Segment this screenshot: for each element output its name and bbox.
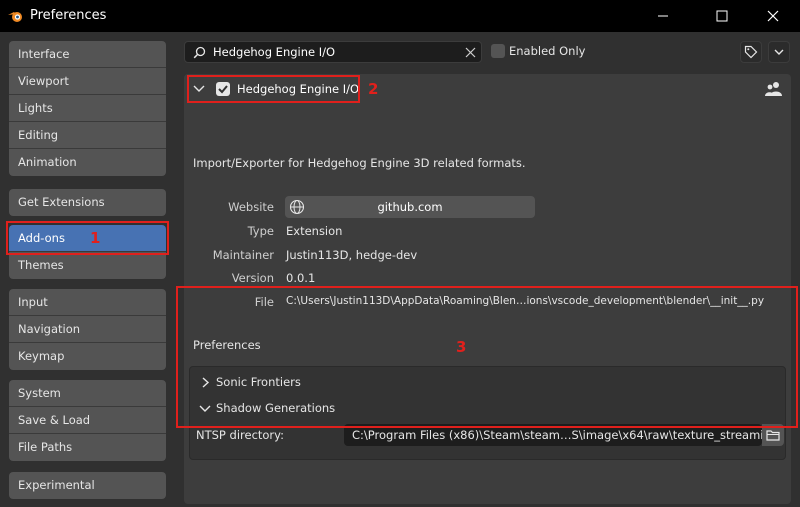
blender-logo-icon xyxy=(8,12,22,22)
sidebar-group-system: System Save & Load File Paths xyxy=(9,380,166,461)
sidebar-item-system[interactable]: System xyxy=(9,380,166,407)
main-area: Hedgehog Engine I/O Enabled Only Hedgeho… xyxy=(175,32,800,507)
annotation-box-3 xyxy=(176,286,798,428)
type-value: Extension xyxy=(286,224,343,238)
minimize-button[interactable] xyxy=(640,0,686,32)
sidebar-item-themes[interactable]: Themes xyxy=(9,252,166,279)
sidebar-item-experimental[interactable]: Experimental xyxy=(9,472,166,499)
folder-icon xyxy=(766,430,780,441)
sidebar-item-viewport[interactable]: Viewport xyxy=(9,68,166,95)
sidebar-item-navigation[interactable]: Navigation xyxy=(9,316,166,343)
website-value: github.com xyxy=(377,200,443,214)
close-icon xyxy=(767,10,779,22)
users-icon xyxy=(765,82,782,96)
annotation-label-2: 2 xyxy=(368,80,379,98)
search-value: Hedgehog Engine I/O xyxy=(213,45,336,59)
sidebar-group-experimental: Experimental xyxy=(9,472,166,499)
sidebar-item-file-paths[interactable]: File Paths xyxy=(9,434,166,461)
version-value: 0.0.1 xyxy=(286,271,316,285)
minimize-icon xyxy=(658,15,668,17)
chevron-down-icon xyxy=(774,49,784,55)
sidebar-item-get-extensions[interactable]: Get Extensions xyxy=(9,189,166,216)
ntsp-directory-label: NTSP directory: xyxy=(196,428,285,442)
sidebar-item-lights[interactable]: Lights xyxy=(9,95,166,122)
search-input[interactable]: Hedgehog Engine I/O xyxy=(184,41,482,63)
title-bar: Preferences xyxy=(0,0,800,32)
options-dropdown-button[interactable] xyxy=(768,41,790,63)
search-icon xyxy=(193,46,206,59)
window-title: Preferences xyxy=(30,8,107,23)
sidebar-item-input[interactable]: Input xyxy=(9,289,166,316)
sidebar-item-save-load[interactable]: Save & Load xyxy=(9,407,166,434)
close-button[interactable] xyxy=(750,0,796,32)
type-label: Type xyxy=(247,224,274,238)
annotation-label-1: 1 xyxy=(90,229,101,247)
sidebar-group-extensions: Get Extensions xyxy=(9,189,166,216)
enabled-only-toggle[interactable]: Enabled Only xyxy=(491,44,585,58)
sidebar-item-editing[interactable]: Editing xyxy=(9,122,166,149)
sidebar-item-animation[interactable]: Animation xyxy=(9,149,166,176)
annotation-label-3: 3 xyxy=(456,338,467,356)
sidebar-group-input: Input Navigation Keymap xyxy=(9,289,166,370)
sidebar: Interface Viewport Lights Editing Animat… xyxy=(0,32,175,507)
enabled-only-checkbox[interactable] xyxy=(491,44,505,58)
maximize-icon xyxy=(716,10,728,22)
tags-button[interactable] xyxy=(740,41,762,63)
maintainer-label: Maintainer xyxy=(212,248,274,262)
tag-icon xyxy=(744,45,758,59)
website-link-button[interactable]: github.com xyxy=(285,196,535,218)
annotation-box-1 xyxy=(6,221,169,255)
maintainer-value: Justin113D, hedge-dev xyxy=(286,248,418,262)
version-label: Version xyxy=(231,271,274,285)
enabled-only-label: Enabled Only xyxy=(509,44,586,58)
clear-search-icon[interactable] xyxy=(465,47,476,58)
addon-description: Import/Exporter for Hedgehog Engine 3D r… xyxy=(193,156,526,170)
maximize-button[interactable] xyxy=(699,0,745,32)
sidebar-group-editing: Interface Viewport Lights Editing Animat… xyxy=(9,41,166,176)
annotation-box-2 xyxy=(187,75,360,103)
sidebar-item-keymap[interactable]: Keymap xyxy=(9,343,166,370)
website-label: Website xyxy=(228,200,274,214)
sidebar-item-interface[interactable]: Interface xyxy=(9,41,166,68)
